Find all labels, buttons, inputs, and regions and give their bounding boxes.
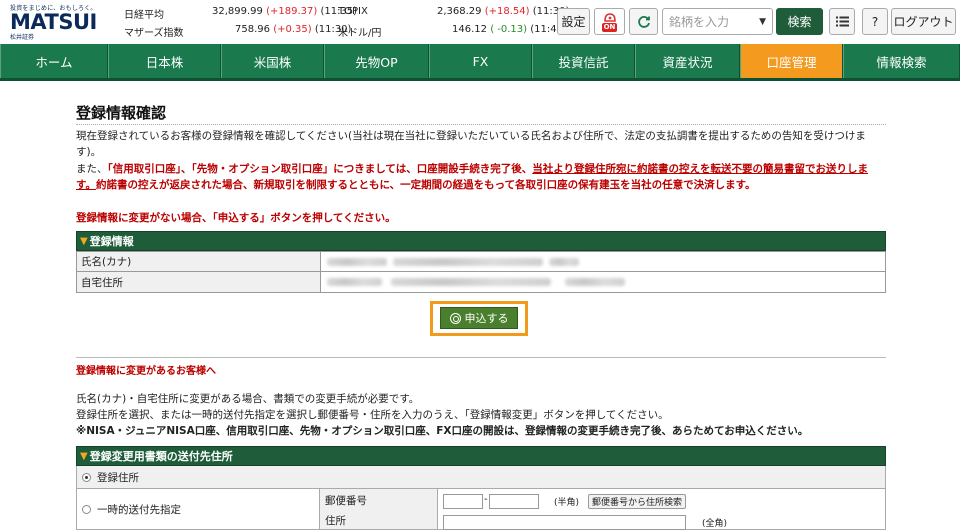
address-hint: (全角) (702, 519, 728, 529)
postal-search-button[interactable]: 郵便番号から住所検索 (588, 494, 686, 509)
send-address-header: ▼ 登録変更用書類の送付先住所 (76, 446, 886, 466)
nav-tab-japan-stocks[interactable]: 日本株 (108, 44, 221, 78)
alarm-icon (603, 13, 616, 22)
registration-info-header: ▼ 登録情報 (76, 231, 886, 251)
market-name: 米ドル/円 (338, 28, 382, 39)
sound-toggle-button[interactable]: ON (594, 8, 625, 35)
nav-tab-futures-options[interactable]: 先物OP (324, 44, 429, 78)
list-icon (835, 16, 849, 27)
title-divider (76, 124, 886, 125)
sound-state-label: ON (601, 23, 618, 32)
market-value: 758.96 (235, 24, 270, 35)
market-name: マザーズ指数 (124, 28, 184, 39)
row-value-redacted (321, 252, 885, 271)
no-change-notice: 登録情報に変更がない場合、「申込する」ボタンを押してください。 (76, 212, 396, 224)
option-registered-address[interactable]: 登録住所 (76, 466, 886, 489)
nav-tab-info-search[interactable]: 情報検索 (843, 44, 960, 78)
change-line: 登録住所を選択、または一時的送付先指定を選択し郵便番号・住所を入力のうえ、「登録… (76, 409, 669, 421)
nav-tab-investment-trust[interactable]: 投資信託 (532, 44, 635, 78)
settings-button[interactable]: 設定 (557, 8, 590, 35)
reg-row-name-kana: 氏名(カナ) (76, 251, 886, 272)
row-label: 氏名(カナ) (77, 252, 321, 271)
section-title: 登録変更用書類の送付先住所 (89, 450, 233, 463)
market-name: TOPIX (338, 6, 368, 17)
nav-tab-fx[interactable]: FX (429, 44, 532, 78)
radio-temporary[interactable] (82, 504, 91, 514)
address-label: 住所 (319, 511, 438, 530)
market-topix-values: 2,368.29 (+18.54) (11:30) (437, 6, 569, 17)
change-heading: 登録情報に変更があるお客様へ (76, 366, 216, 377)
market-topix[interactable]: TOPIX (338, 6, 368, 17)
change-line: 氏名(カナ)・自宅住所に変更がある場合、書類での変更手続が必要です。 (76, 393, 420, 405)
intro-warning: 「信用取引口座」、「先物・オプション取引口座」につきましては、口座開設手続き完了… (107, 163, 533, 175)
market-name: 日経平均 (124, 10, 164, 21)
section-title: 登録情報 (89, 235, 134, 248)
market-mothers[interactable]: マザーズ指数 (124, 24, 184, 39)
radio-registered[interactable] (82, 472, 91, 482)
postal-code-input-1[interactable] (443, 494, 483, 509)
help-button[interactable]: ? (862, 8, 888, 35)
intro-warning: 約諾書の控えが返戻された場合、新規取引を制限するとともに、一定期間の経過をもって… (95, 179, 756, 191)
market-value: 32,899.99 (212, 6, 263, 17)
reg-row-home-address: 自宅住所 (76, 272, 886, 293)
page-title: 登録情報確認 (76, 104, 167, 122)
logout-button[interactable]: ログアウト (891, 8, 956, 35)
option-label: 一時的送付先指定 (97, 503, 181, 516)
change-instructions: 氏名(カナ)・自宅住所に変更がある場合、書類での変更手続が必要です。 登録住所を… (76, 391, 886, 439)
market-change: (+0.35) (273, 24, 312, 35)
market-mothers-values: 758.96 (+0.35) (11:30) (235, 24, 351, 35)
refresh-button[interactable] (629, 8, 658, 35)
search-placeholder: 銘柄を入力 (669, 15, 730, 29)
market-nikkei[interactable]: 日経平均 (124, 6, 164, 21)
postal-dash: - (484, 494, 488, 505)
change-note: ※NISA・ジュニアNISA口座、信用取引口座、先物・オプション取引口座、FX口… (76, 425, 809, 437)
intro-paragraph-2: また、「信用取引口座」、「先物・オプション取引口座」につきましては、口座開設手続… (76, 161, 886, 193)
triangle-down-icon: ▼ (80, 235, 88, 247)
nav-tab-account[interactable]: 口座管理 (740, 44, 843, 78)
triangle-down-icon: ▼ (80, 450, 88, 462)
option-label: 登録住所 (97, 471, 139, 484)
apply-button[interactable]: 申込する (440, 307, 518, 329)
stock-search-input[interactable]: 銘柄を入力 ▼ (662, 8, 773, 35)
nav-tab-assets[interactable]: 資産状況 (635, 44, 740, 78)
address-input[interactable] (443, 515, 686, 530)
nav-tab-us-stocks[interactable]: 米国株 (221, 44, 324, 78)
intro-line: 現在登録されているお客様の登録情報を確認してください(当社は現在当社に登録いただ… (76, 130, 866, 142)
refresh-icon (637, 15, 650, 28)
market-value: 2,368.29 (437, 6, 482, 17)
row-label: 自宅住所 (77, 272, 321, 292)
postal-hint: (半角) (554, 498, 580, 508)
market-usdjpy-values: 146.12 ( -0.13) (11:42) (452, 24, 567, 35)
market-usdjpy[interactable]: 米ドル/円 (338, 24, 381, 39)
market-nikkei-values: 32,899.99 (+189.37) (11:35) (212, 6, 357, 17)
apply-button-label: 申込する (464, 312, 509, 325)
intro-warning-underline: 当社より登録住所宛に約諾書の控えを転送不要の簡易書留でお送りしま (532, 163, 869, 175)
intro-text: また、 (76, 163, 108, 175)
row-value-redacted (321, 272, 885, 292)
postal-code-label: 郵便番号 (319, 489, 438, 512)
market-change: (+18.54) (484, 6, 530, 17)
menu-button[interactable] (829, 8, 855, 35)
intro-paragraph-1: 現在登録されているお客様の登録情報を確認してください(当社は現在当社に登録いただ… (76, 128, 886, 160)
intro-warning-underline: す。 (76, 179, 96, 191)
market-value: 146.12 (452, 24, 487, 35)
main-nav: ホーム 日本株 米国株 先物OP FX 投資信託 資産状況 口座管理 情報検索 (0, 44, 960, 81)
option-temporary-address[interactable]: 一時的送付先指定 (76, 489, 320, 530)
market-change: ( -0.13) (490, 24, 528, 35)
target-icon (449, 312, 461, 324)
intro-line: す)。 (76, 146, 102, 158)
logo-name: MATSUI (10, 10, 97, 34)
nav-tab-home[interactable]: ホーム (0, 44, 108, 78)
market-change: (+189.37) (266, 6, 318, 17)
header: 投資をまじめに、おもしろく。 MATSUI 松井証券 日経平均 32,899.9… (0, 0, 960, 44)
chevron-down-icon: ▼ (759, 17, 766, 27)
matsui-logo[interactable]: 投資をまじめに、おもしろく。 MATSUI 松井証券 (10, 3, 102, 41)
postal-code-input-2[interactable] (489, 494, 539, 509)
search-button[interactable]: 検索 (776, 8, 823, 35)
section-divider (76, 357, 886, 358)
